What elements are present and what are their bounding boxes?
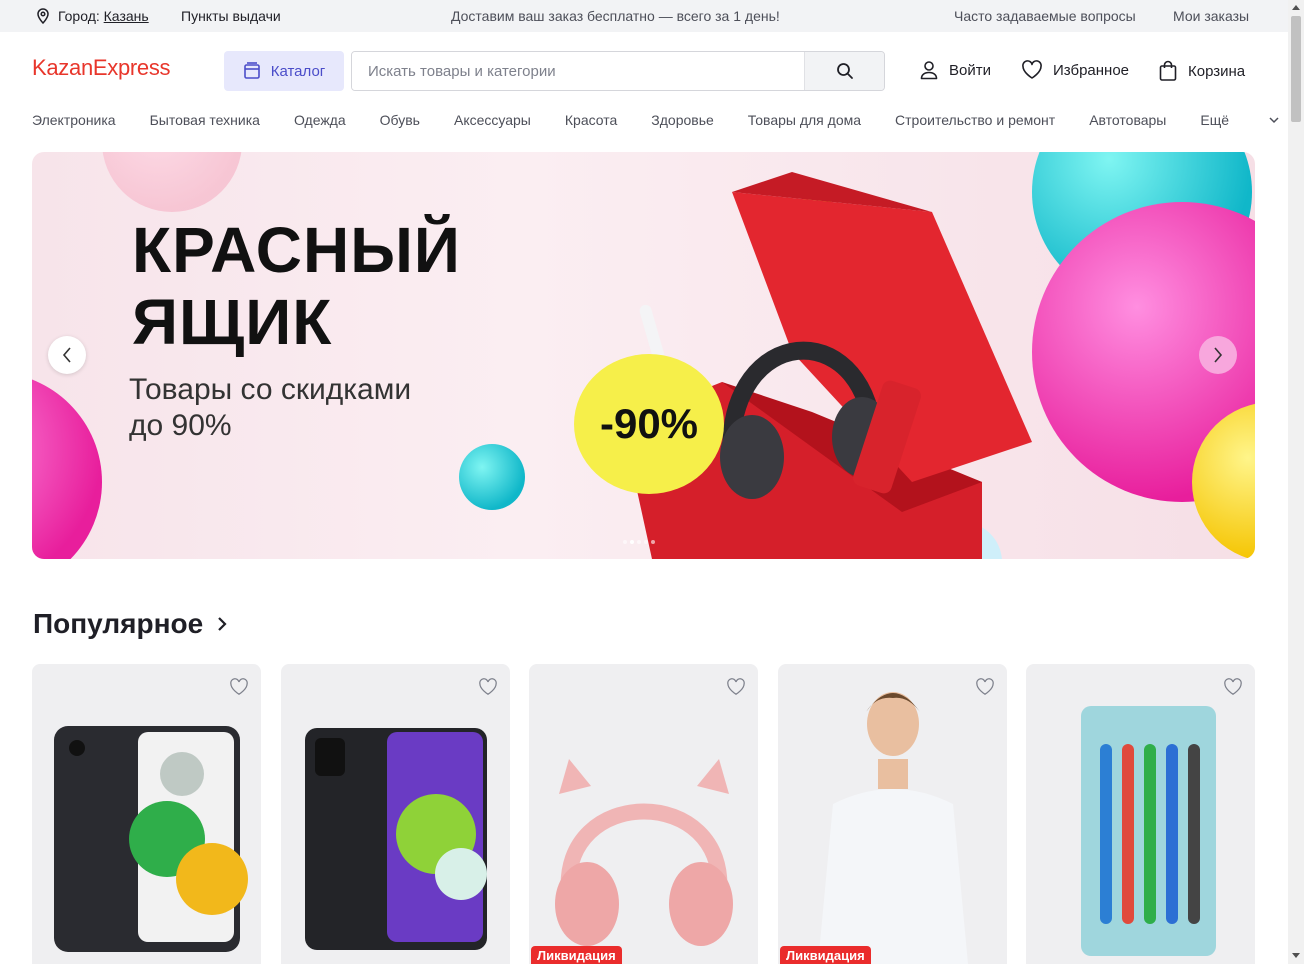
shopping-bag-icon xyxy=(1159,60,1177,81)
popular-section-title[interactable]: Популярное xyxy=(33,608,227,640)
scrollbar-thumb[interactable] xyxy=(1291,16,1301,122)
chevron-right-icon xyxy=(218,617,227,631)
search-button[interactable] xyxy=(804,52,884,90)
product-image xyxy=(818,692,968,964)
city-prefix: Город: xyxy=(58,8,100,24)
cart-button[interactable]: Корзина xyxy=(1158,60,1245,82)
banner-title-line: ЯЩИК xyxy=(132,286,333,358)
category-item[interactable]: Товары для дома xyxy=(748,112,861,128)
banner-pagination xyxy=(623,540,655,544)
product-card[interactable]: Ликвидация xyxy=(778,664,1007,964)
banner-next-button[interactable] xyxy=(1199,336,1237,374)
product-card[interactable] xyxy=(1026,664,1255,964)
banner-subtitle-line: до 90% xyxy=(129,409,232,442)
category-item[interactable]: Обувь xyxy=(380,112,420,128)
categories-more-label: Ещё xyxy=(1200,112,1230,128)
category-item[interactable]: Одежда xyxy=(294,112,346,128)
promo-banner[interactable]: КРАСНЫЙ ЯЩИК Товары со скидками до 90% -… xyxy=(32,152,1255,559)
pagination-dot[interactable] xyxy=(644,540,648,544)
pagination-dot[interactable] xyxy=(630,540,634,544)
category-nav: Электроника Бытовая техника Одежда Обувь… xyxy=(32,112,1279,128)
scroll-down-arrow-icon[interactable] xyxy=(1292,953,1300,958)
heart-icon[interactable] xyxy=(478,678,498,696)
liquidation-badge: Ликвидация xyxy=(531,946,622,964)
logo[interactable]: KazanExpress xyxy=(32,55,171,81)
location-pin-icon xyxy=(37,8,49,24)
category-item[interactable]: Здоровье xyxy=(651,112,714,128)
scroll-up-arrow-icon[interactable] xyxy=(1292,5,1300,10)
category-item[interactable]: Электроника xyxy=(32,112,116,128)
banner-subtitle: Товары со скидками до 90% xyxy=(129,372,469,444)
search-icon xyxy=(836,63,853,79)
product-card[interactable] xyxy=(281,664,510,964)
discount-badge: -90% xyxy=(574,354,724,494)
chevron-down-icon xyxy=(1269,116,1279,123)
user-icon xyxy=(920,61,938,80)
product-card[interactable] xyxy=(32,664,261,964)
heart-icon[interactable] xyxy=(975,678,995,696)
heart-icon[interactable] xyxy=(726,678,746,696)
chevron-right-icon xyxy=(1214,347,1223,363)
faq-link[interactable]: Часто задаваемые вопросы xyxy=(954,8,1136,24)
login-button[interactable]: Войти xyxy=(919,60,991,80)
banner-title-line: КРАСНЫЙ xyxy=(132,214,461,286)
my-orders-link[interactable]: Мои заказы xyxy=(1173,8,1249,24)
catalog-button[interactable]: Каталог xyxy=(224,51,344,91)
chevron-left-icon xyxy=(62,347,71,363)
banner-prev-button[interactable] xyxy=(48,336,86,374)
popular-title-text: Популярное xyxy=(33,608,204,639)
heart-icon[interactable] xyxy=(1223,678,1243,696)
pagination-dot[interactable] xyxy=(651,540,655,544)
pagination-dot[interactable] xyxy=(637,540,641,544)
product-image xyxy=(1081,706,1216,956)
pickup-points-link[interactable]: Пункты выдачи xyxy=(181,8,281,24)
top-info-bar: Город: Казань Пункты выдачи Доставим ваш… xyxy=(0,0,1288,32)
city-label: Город: Казань xyxy=(58,8,149,24)
product-image xyxy=(54,726,248,952)
product-card[interactable]: Ликвидация xyxy=(529,664,758,964)
categories-more-button[interactable]: Ещё xyxy=(1200,112,1279,128)
banner-title: КРАСНЫЙ ЯЩИК xyxy=(132,214,461,358)
pagination-dot[interactable] xyxy=(623,540,627,544)
category-item[interactable]: Красота xyxy=(565,112,617,128)
search-input[interactable] xyxy=(352,52,804,90)
product-image xyxy=(555,759,733,946)
favorites-label: Избранное xyxy=(1053,61,1130,79)
favorites-button[interactable]: Избранное xyxy=(1021,60,1129,80)
category-item[interactable]: Аксессуары xyxy=(454,112,531,128)
product-image xyxy=(305,728,487,950)
heart-icon[interactable] xyxy=(229,678,249,696)
banner-subtitle-line: Товары со скидками xyxy=(129,373,412,406)
liquidation-badge: Ликвидация xyxy=(780,946,871,964)
login-label: Войти xyxy=(949,61,991,79)
search-bar xyxy=(351,51,885,91)
city-selector[interactable]: Город: Казань xyxy=(36,8,149,24)
heart-icon xyxy=(1022,60,1042,79)
page-scrollbar[interactable] xyxy=(1288,0,1304,964)
cart-label: Корзина xyxy=(1188,62,1246,80)
category-item[interactable]: Автотовары xyxy=(1089,112,1166,128)
city-link[interactable]: Казань xyxy=(104,8,149,24)
category-item[interactable]: Строительство и ремонт xyxy=(895,112,1055,128)
category-item[interactable]: Бытовая техника xyxy=(150,112,260,128)
catalog-icon xyxy=(243,62,260,79)
catalog-label: Каталог xyxy=(270,62,326,80)
delivery-promo-text: Доставим ваш заказ бесплатно — всего за … xyxy=(451,8,780,24)
